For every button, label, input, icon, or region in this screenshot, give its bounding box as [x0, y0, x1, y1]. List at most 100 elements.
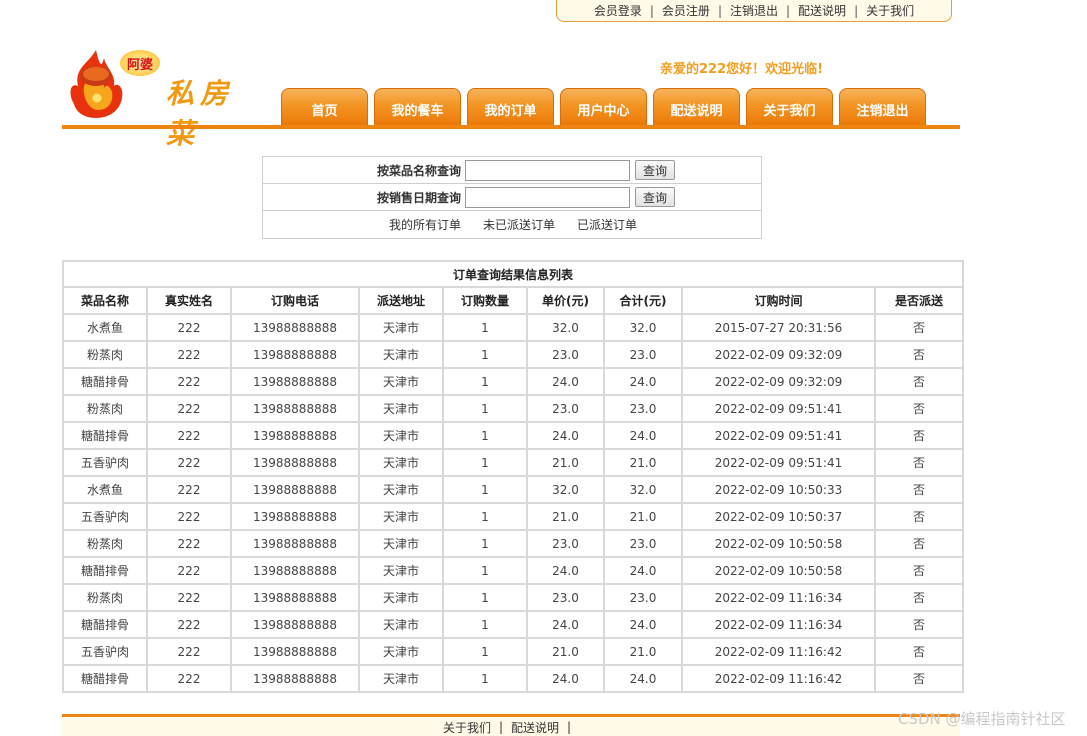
cell-dish: 糖醋排骨: [62, 367, 148, 396]
col-header-phone: 订购电话: [230, 286, 360, 315]
cell-order-time: 2022-02-09 11:16:34: [681, 610, 876, 639]
cell-order-time: 2022-02-09 11:16:42: [681, 637, 876, 666]
cell-order-time: 2022-02-09 11:16:34: [681, 583, 876, 612]
top-link-register[interactable]: 会员注册: [662, 2, 710, 19]
table-row: 粉蒸肉 222 13988888888 天津市 1 23.0 23.0 2022-02-09 …: [62, 394, 965, 423]
cell-address: 天津市: [358, 529, 444, 558]
cell-unit-price: 21.0: [526, 448, 605, 477]
nav-tab-delivery[interactable]: 配送说明: [653, 88, 740, 125]
cell-phone: 13988888888: [230, 529, 360, 558]
cell-delivered: 否: [873, 448, 965, 477]
cell-address: 天津市: [358, 448, 444, 477]
cell-quantity: 1: [442, 313, 528, 342]
cell-delivered: 否: [873, 394, 965, 423]
welcome-message: 亲爱的222您好！欢迎光临!: [660, 62, 824, 77]
nav-tab-logout[interactable]: 注销退出: [839, 88, 926, 125]
cell-dish: 糖醋排骨: [62, 610, 148, 639]
cell-order-time: 2022-02-09 09:51:41: [681, 394, 876, 423]
cell-unit-price: 24.0: [526, 556, 605, 585]
col-header-order-time: 订购时间: [681, 286, 876, 315]
results-caption: 订单查询结果信息列表: [61, 260, 965, 288]
results-caption-row: 订单查询结果信息列表: [61, 260, 965, 288]
cell-quantity: 1: [442, 340, 528, 369]
cell-name: 222: [146, 394, 232, 423]
cell-address: 天津市: [358, 637, 444, 666]
cell-phone: 13988888888: [230, 475, 360, 504]
cell-dish: 粉蒸肉: [62, 394, 148, 423]
cell-quantity: 1: [442, 664, 528, 693]
top-link-delivery[interactable]: 配送说明: [798, 2, 846, 19]
search-by-date-button[interactable]: 查询: [635, 187, 675, 207]
top-link-about[interactable]: 关于我们: [866, 2, 914, 19]
cell-total: 21.0: [603, 637, 683, 666]
cell-address: 天津市: [358, 475, 444, 504]
cell-address: 天津市: [358, 583, 444, 612]
cell-address: 天津市: [358, 610, 444, 639]
top-link-logout[interactable]: 注销退出: [730, 2, 778, 19]
top-link-login[interactable]: 会员登录: [594, 2, 642, 19]
table-row: 糖醋排骨 222 13988888888 天津市 1 24.0 24.0 2022-02-09…: [62, 664, 965, 693]
order-search-panel: 按菜品名称查询 查询 按销售日期查询 查询 我的所有订单 未已派送订单 已派送订…: [262, 156, 762, 239]
nav-tab-orders[interactable]: 我的订单: [467, 88, 554, 125]
cell-unit-price: 23.0: [526, 340, 605, 369]
col-header-quantity: 订购数量: [442, 286, 528, 315]
cell-unit-price: 24.0: [526, 610, 605, 639]
cell-total: 23.0: [603, 394, 683, 423]
footer-link-delivery[interactable]: 配送说明: [511, 719, 559, 736]
top-links-bar: 会员登录 | 会员注册 | 注销退出 | 配送说明 | 关于我们: [556, 0, 952, 22]
cell-address: 天津市: [358, 421, 444, 450]
col-header-total: 合计(元): [603, 286, 683, 315]
footer-divider: [62, 714, 960, 717]
cell-dish: 粉蒸肉: [62, 529, 148, 558]
cell-dish: 糖醋排骨: [62, 556, 148, 585]
cell-total: 21.0: [603, 448, 683, 477]
cell-quantity: 1: [442, 367, 528, 396]
cell-unit-price: 24.0: [526, 664, 605, 693]
cell-phone: 13988888888: [230, 610, 360, 639]
cell-dish: 水煮鱼: [62, 475, 148, 504]
results-header-row: 菜品名称 真实姓名 订购电话 派送地址 订购数量 单价(元) 合计(元) 订购时…: [62, 286, 965, 315]
table-row: 水煮鱼 222 13988888888 天津市 1 32.0 32.0 2022-02-09 …: [62, 475, 965, 504]
cell-name: 222: [146, 610, 232, 639]
cell-name: 222: [146, 556, 232, 585]
search-by-name-button[interactable]: 查询: [635, 160, 675, 180]
cell-total: 24.0: [603, 556, 683, 585]
cell-dish: 粉蒸肉: [62, 340, 148, 369]
cell-phone: 13988888888: [230, 502, 360, 531]
cell-total: 24.0: [603, 664, 683, 693]
footer-link-about[interactable]: 关于我们: [443, 719, 491, 736]
nav-tab-user-center[interactable]: 用户中心: [560, 88, 647, 125]
delivered-orders-link[interactable]: 已派送订单: [577, 216, 637, 233]
col-header-unit-price: 单价(元): [526, 286, 605, 315]
cell-phone: 13988888888: [230, 340, 360, 369]
table-row: 五香驴肉 222 13988888888 天津市 1 21.0 21.0 2022-02-09…: [62, 502, 965, 531]
cell-name: 222: [146, 637, 232, 666]
search-by-date-input[interactable]: [465, 186, 630, 208]
cell-quantity: 1: [442, 502, 528, 531]
cell-delivered: 否: [873, 367, 965, 396]
search-by-name-input[interactable]: [465, 159, 630, 181]
cell-phone: 13988888888: [230, 421, 360, 450]
cell-delivered: 否: [873, 583, 965, 612]
cell-quantity: 1: [442, 394, 528, 423]
cell-name: 222: [146, 313, 232, 342]
table-row: 五香驴肉 222 13988888888 天津市 1 21.0 21.0 2022-02-09…: [62, 448, 965, 477]
cell-quantity: 1: [442, 529, 528, 558]
cell-dish: 糖醋排骨: [62, 664, 148, 693]
cell-order-time: 2022-02-09 10:50:33: [681, 475, 876, 504]
cell-delivered: 否: [873, 529, 965, 558]
nav-tab-cart[interactable]: 我的餐车: [374, 88, 461, 125]
order-filter-links-row: 我的所有订单 未已派送订单 已派送订单: [263, 211, 761, 238]
cell-dish: 五香驴肉: [62, 637, 148, 666]
cell-quantity: 1: [442, 421, 528, 450]
all-orders-link[interactable]: 我的所有订单: [389, 216, 461, 233]
footer-links: 关于我们 | 配送说明 |: [62, 718, 960, 736]
nav-tab-home[interactable]: 首页: [281, 88, 368, 125]
cell-name: 222: [146, 664, 232, 693]
cell-phone: 13988888888: [230, 394, 360, 423]
undelivered-orders-link[interactable]: 未已派送订单: [483, 216, 555, 233]
nav-tab-about[interactable]: 关于我们: [746, 88, 833, 125]
cell-name: 222: [146, 529, 232, 558]
watermark: CSDN @编程指南针社区: [898, 710, 1066, 728]
table-row: 糖醋排骨 222 13988888888 天津市 1 24.0 24.0 2022-02-09…: [62, 556, 965, 585]
